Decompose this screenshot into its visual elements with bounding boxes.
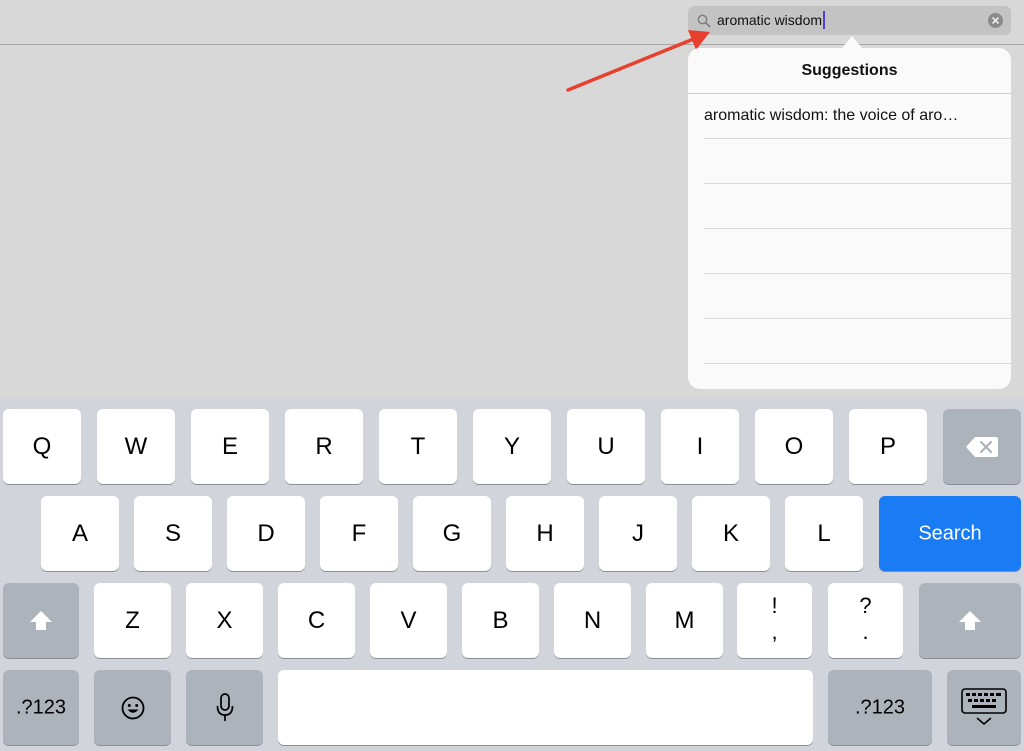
key-k[interactable]: K: [692, 496, 770, 571]
suggestion-row: [704, 319, 1011, 364]
key-d[interactable]: D: [227, 496, 305, 571]
key-label: E: [221, 432, 238, 460]
key-label: V: [400, 606, 417, 634]
key-label-bottom: .: [862, 619, 869, 644]
numbers-key-right[interactable]: .?123: [828, 670, 932, 745]
key-label: P: [879, 432, 896, 460]
key-label: C: [307, 606, 326, 634]
key-f[interactable]: F: [320, 496, 398, 571]
numbers-key-left[interactable]: .?123: [3, 670, 79, 745]
suggestions-title: Suggestions: [688, 48, 1011, 94]
key-v[interactable]: V: [370, 583, 447, 658]
key-label: D: [257, 519, 275, 547]
search-key[interactable]: Search: [879, 496, 1021, 571]
clear-search-button[interactable]: [988, 13, 1003, 28]
key-label-bottom: ,: [771, 619, 778, 644]
key-label: O: [784, 432, 804, 460]
key-label: G: [442, 519, 462, 547]
suggestion-row: [704, 274, 1011, 319]
on-screen-keyboard: Q W E R T Y U I O P A S D F G H J K L Se…: [0, 398, 1024, 751]
top-bar: aromatic wisdom: [0, 0, 1024, 45]
dismiss-keyboard-key[interactable]: [947, 670, 1021, 745]
search-key-label: Search: [918, 522, 982, 544]
key-label: .?123: [854, 696, 906, 718]
shift-key-left[interactable]: [3, 583, 79, 658]
key-label: H: [536, 519, 554, 547]
keyboard-dismiss-icon: [961, 687, 1007, 725]
key-l[interactable]: L: [785, 496, 863, 571]
clear-icon: [992, 17, 999, 24]
key-w[interactable]: W: [97, 409, 175, 484]
key-p[interactable]: P: [849, 409, 927, 484]
screen: aromatic wisdom Suggestions aromatic wis…: [0, 0, 1024, 751]
key-i[interactable]: I: [661, 409, 739, 484]
key-label: I: [696, 432, 704, 460]
key-question-period[interactable]: ? .: [828, 583, 903, 658]
suggestion-row[interactable]: aromatic wisdom: the voice of aro…: [704, 94, 1011, 139]
dictation-key[interactable]: [186, 670, 263, 745]
key-e[interactable]: E: [191, 409, 269, 484]
key-label: J: [632, 519, 644, 547]
key-label-stack: ? .: [828, 593, 903, 645]
key-label-top: ?: [859, 593, 872, 618]
key-label: A: [71, 519, 88, 547]
shift-icon: [959, 610, 981, 630]
shift-icon: [30, 610, 52, 630]
key-y[interactable]: Y: [473, 409, 551, 484]
popover-pointer: [842, 36, 862, 48]
text-caret: [823, 11, 826, 29]
key-m[interactable]: M: [646, 583, 723, 658]
key-label: M: [674, 606, 695, 634]
key-label: U: [597, 432, 615, 460]
key-label: F: [351, 519, 367, 547]
key-label: Y: [503, 432, 520, 460]
key-b[interactable]: B: [462, 583, 539, 658]
backspace-icon: [966, 436, 998, 457]
key-x[interactable]: X: [186, 583, 263, 658]
key-label: N: [583, 606, 602, 634]
key-label: R: [315, 432, 333, 460]
key-label-stack: ! ,: [737, 593, 812, 645]
key-s[interactable]: S: [134, 496, 212, 571]
suggestion-row: [704, 139, 1011, 184]
search-input[interactable]: aromatic wisdom: [717, 11, 826, 29]
key-label: Q: [32, 432, 52, 460]
microphone-icon: [216, 692, 233, 721]
key-label: S: [164, 519, 181, 547]
shift-key-right[interactable]: [919, 583, 1021, 658]
key-label-top: !: [771, 593, 778, 618]
key-c[interactable]: C: [278, 583, 355, 658]
key-label: W: [124, 432, 148, 460]
key-label: X: [216, 606, 233, 634]
key-u[interactable]: U: [567, 409, 645, 484]
key-t[interactable]: T: [379, 409, 457, 484]
key-label: L: [817, 519, 831, 547]
key-z[interactable]: Z: [94, 583, 171, 658]
key-r[interactable]: R: [285, 409, 363, 484]
delete-key[interactable]: [943, 409, 1021, 484]
suggestions-popover: Suggestions aromatic wisdom: the voice o…: [688, 48, 1011, 389]
search-field[interactable]: aromatic wisdom: [688, 6, 1011, 35]
space-bar[interactable]: [278, 670, 813, 745]
key-g[interactable]: G: [413, 496, 491, 571]
key-o[interactable]: O: [755, 409, 833, 484]
key-label: T: [410, 432, 426, 460]
suggestion-row: [704, 184, 1011, 229]
key-q[interactable]: Q: [3, 409, 81, 484]
key-h[interactable]: H: [506, 496, 584, 571]
emoji-icon: [121, 696, 144, 719]
key-label: K: [722, 519, 739, 547]
suggestion-row: [704, 229, 1011, 274]
key-a[interactable]: A: [41, 496, 119, 571]
key-exclamation-comma[interactable]: ! ,: [737, 583, 812, 658]
key-j[interactable]: J: [599, 496, 677, 571]
search-input-value: aromatic wisdom: [717, 12, 823, 28]
key-label: B: [492, 606, 509, 634]
key-label: .?123: [15, 696, 67, 718]
key-label: Z: [125, 606, 140, 634]
key-n[interactable]: N: [554, 583, 631, 658]
emoji-key[interactable]: [94, 670, 171, 745]
